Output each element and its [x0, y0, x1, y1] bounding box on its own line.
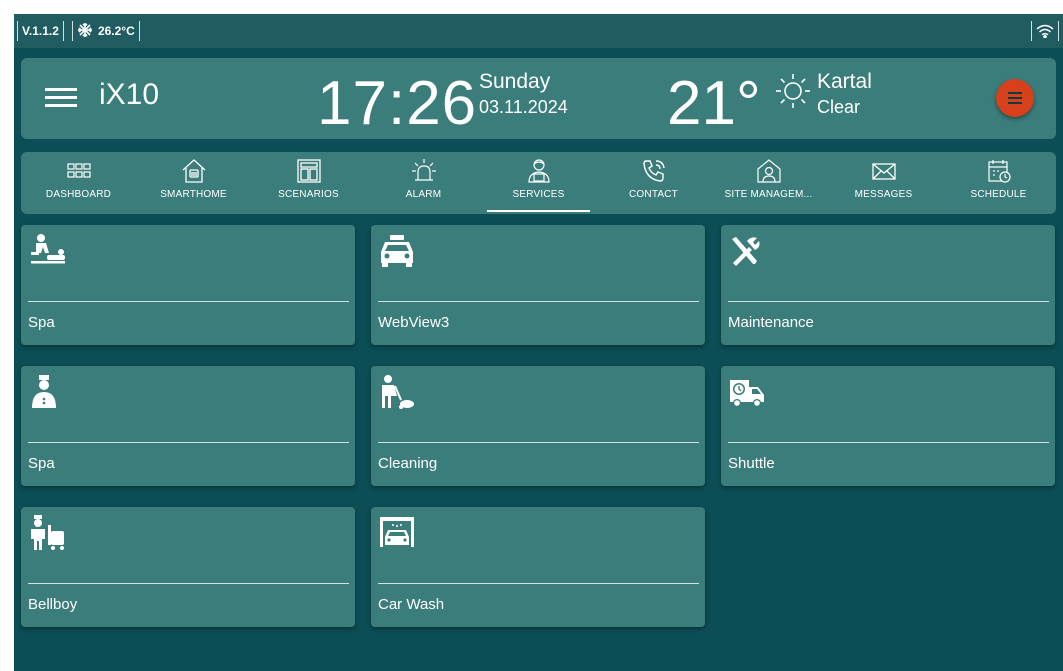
- date-text: 03.11.2024: [479, 97, 568, 117]
- service-card-car-wash[interactable]: Car Wash: [371, 507, 705, 627]
- site-management-icon: [756, 159, 781, 183]
- nav-dashboard[interactable]: DASHBOARD: [21, 152, 136, 214]
- card-label: Maintenance: [728, 314, 814, 331]
- car-wash-icon: [380, 517, 414, 547]
- main-nav: DASHBOARD SMARTHOME SCENARIOS ALARM SERV…: [21, 152, 1056, 214]
- card-label: Spa: [28, 314, 55, 331]
- header-panel: iX10 17:26 Sunday 03.11.2024 21° Kartal …: [21, 58, 1056, 139]
- cleaning-icon: [382, 375, 414, 409]
- card-label: Bellboy: [28, 596, 78, 613]
- status-bar: V.1.1.2 26.2°C: [14, 14, 1063, 48]
- hamburger-menu-button[interactable]: [45, 85, 77, 111]
- dashboard-grid-icon: [66, 163, 91, 178]
- nav-scenarios[interactable]: SCENARIOS: [251, 152, 366, 214]
- sun-icon: [773, 71, 813, 116]
- nav-label: CONTACT: [629, 189, 678, 200]
- app-screen: V.1.1.2 26.2°C iX10 17:26 Sunday 03.11.2…: [14, 14, 1063, 671]
- snowflake-icon: [77, 22, 93, 41]
- card-label: WebView3: [378, 314, 450, 331]
- service-card-spa[interactable]: Spa: [21, 225, 355, 345]
- taxi-icon: [381, 235, 413, 267]
- nav-label: SCHEDULE: [970, 189, 1027, 200]
- card-divider: [28, 301, 349, 302]
- nav-smarthome[interactable]: SMARTHOME: [136, 152, 251, 214]
- siren-icon: [411, 159, 436, 181]
- nav-label: SCENARIOS: [278, 189, 339, 200]
- phone-icon: [642, 160, 665, 182]
- nav-site-management[interactable]: SITE MANAGEM...: [711, 152, 826, 214]
- day-name: Sunday: [479, 70, 551, 93]
- card-divider: [28, 583, 349, 584]
- card-divider: [728, 301, 1049, 302]
- nav-messages[interactable]: MESSAGES: [826, 152, 941, 214]
- tools-icon: [732, 237, 760, 266]
- nav-services[interactable]: SERVICES: [481, 152, 596, 214]
- card-divider: [378, 583, 699, 584]
- list-icon: [1008, 92, 1022, 104]
- envelope-icon: [871, 163, 896, 180]
- service-card-maintenance[interactable]: Maintenance: [721, 225, 1055, 345]
- notifications-button[interactable]: [996, 79, 1034, 117]
- card-label: Spa: [28, 455, 55, 472]
- concierge-icon: [32, 375, 56, 408]
- version-text: V.1.1.2: [22, 24, 59, 38]
- service-card-webview3[interactable]: WebView3: [371, 225, 705, 345]
- nav-schedule[interactable]: SCHEDULE: [941, 152, 1056, 214]
- calendar-icon: [987, 160, 1011, 183]
- weather-condition: Clear: [817, 97, 861, 117]
- hamburger-icon: [45, 88, 77, 107]
- card-divider: [28, 442, 349, 443]
- nav-label: SITE MANAGEM...: [724, 189, 813, 200]
- nav-alarm[interactable]: ALARM: [366, 152, 481, 214]
- indoor-temp-text: 26.2°C: [97, 24, 135, 38]
- card-label: Cleaning: [378, 455, 438, 472]
- services-person-icon: [527, 159, 550, 183]
- nav-label: SMARTHOME: [160, 189, 227, 200]
- house-icon: [182, 159, 205, 183]
- app-name: iX10: [99, 78, 160, 111]
- services-grid: Spa WebView3 Maintenance Spa Cleaning Sh…: [21, 225, 1055, 627]
- shuttle-icon: [730, 380, 764, 407]
- version-badge: V.1.1.2: [17, 21, 64, 41]
- nav-contact[interactable]: CONTACT: [596, 152, 711, 214]
- massage-icon: [31, 234, 65, 264]
- service-card-spa-2[interactable]: Spa: [21, 366, 355, 486]
- bellboy-icon: [31, 515, 64, 550]
- indoor-temp-badge: 26.2°C: [71, 21, 140, 41]
- scenarios-icon: [296, 159, 321, 183]
- service-card-shuttle[interactable]: Shuttle: [721, 366, 1055, 486]
- nav-label: MESSAGES: [854, 189, 913, 200]
- card-divider: [728, 442, 1049, 443]
- card-label: Car Wash: [378, 596, 445, 613]
- nav-label: SERVICES: [512, 189, 565, 200]
- clock-time: 17:26: [317, 69, 478, 138]
- service-card-bellboy[interactable]: Bellboy: [21, 507, 355, 627]
- weather-city: Kartal: [817, 70, 872, 93]
- card-divider: [378, 442, 699, 443]
- card-label: Shuttle: [728, 455, 775, 472]
- nav-label: ALARM: [405, 189, 442, 200]
- nav-label: DASHBOARD: [45, 189, 112, 200]
- wifi-icon: [1031, 21, 1059, 41]
- outdoor-temperature: 21°: [667, 69, 761, 138]
- card-divider: [378, 301, 699, 302]
- service-card-cleaning[interactable]: Cleaning: [371, 366, 705, 486]
